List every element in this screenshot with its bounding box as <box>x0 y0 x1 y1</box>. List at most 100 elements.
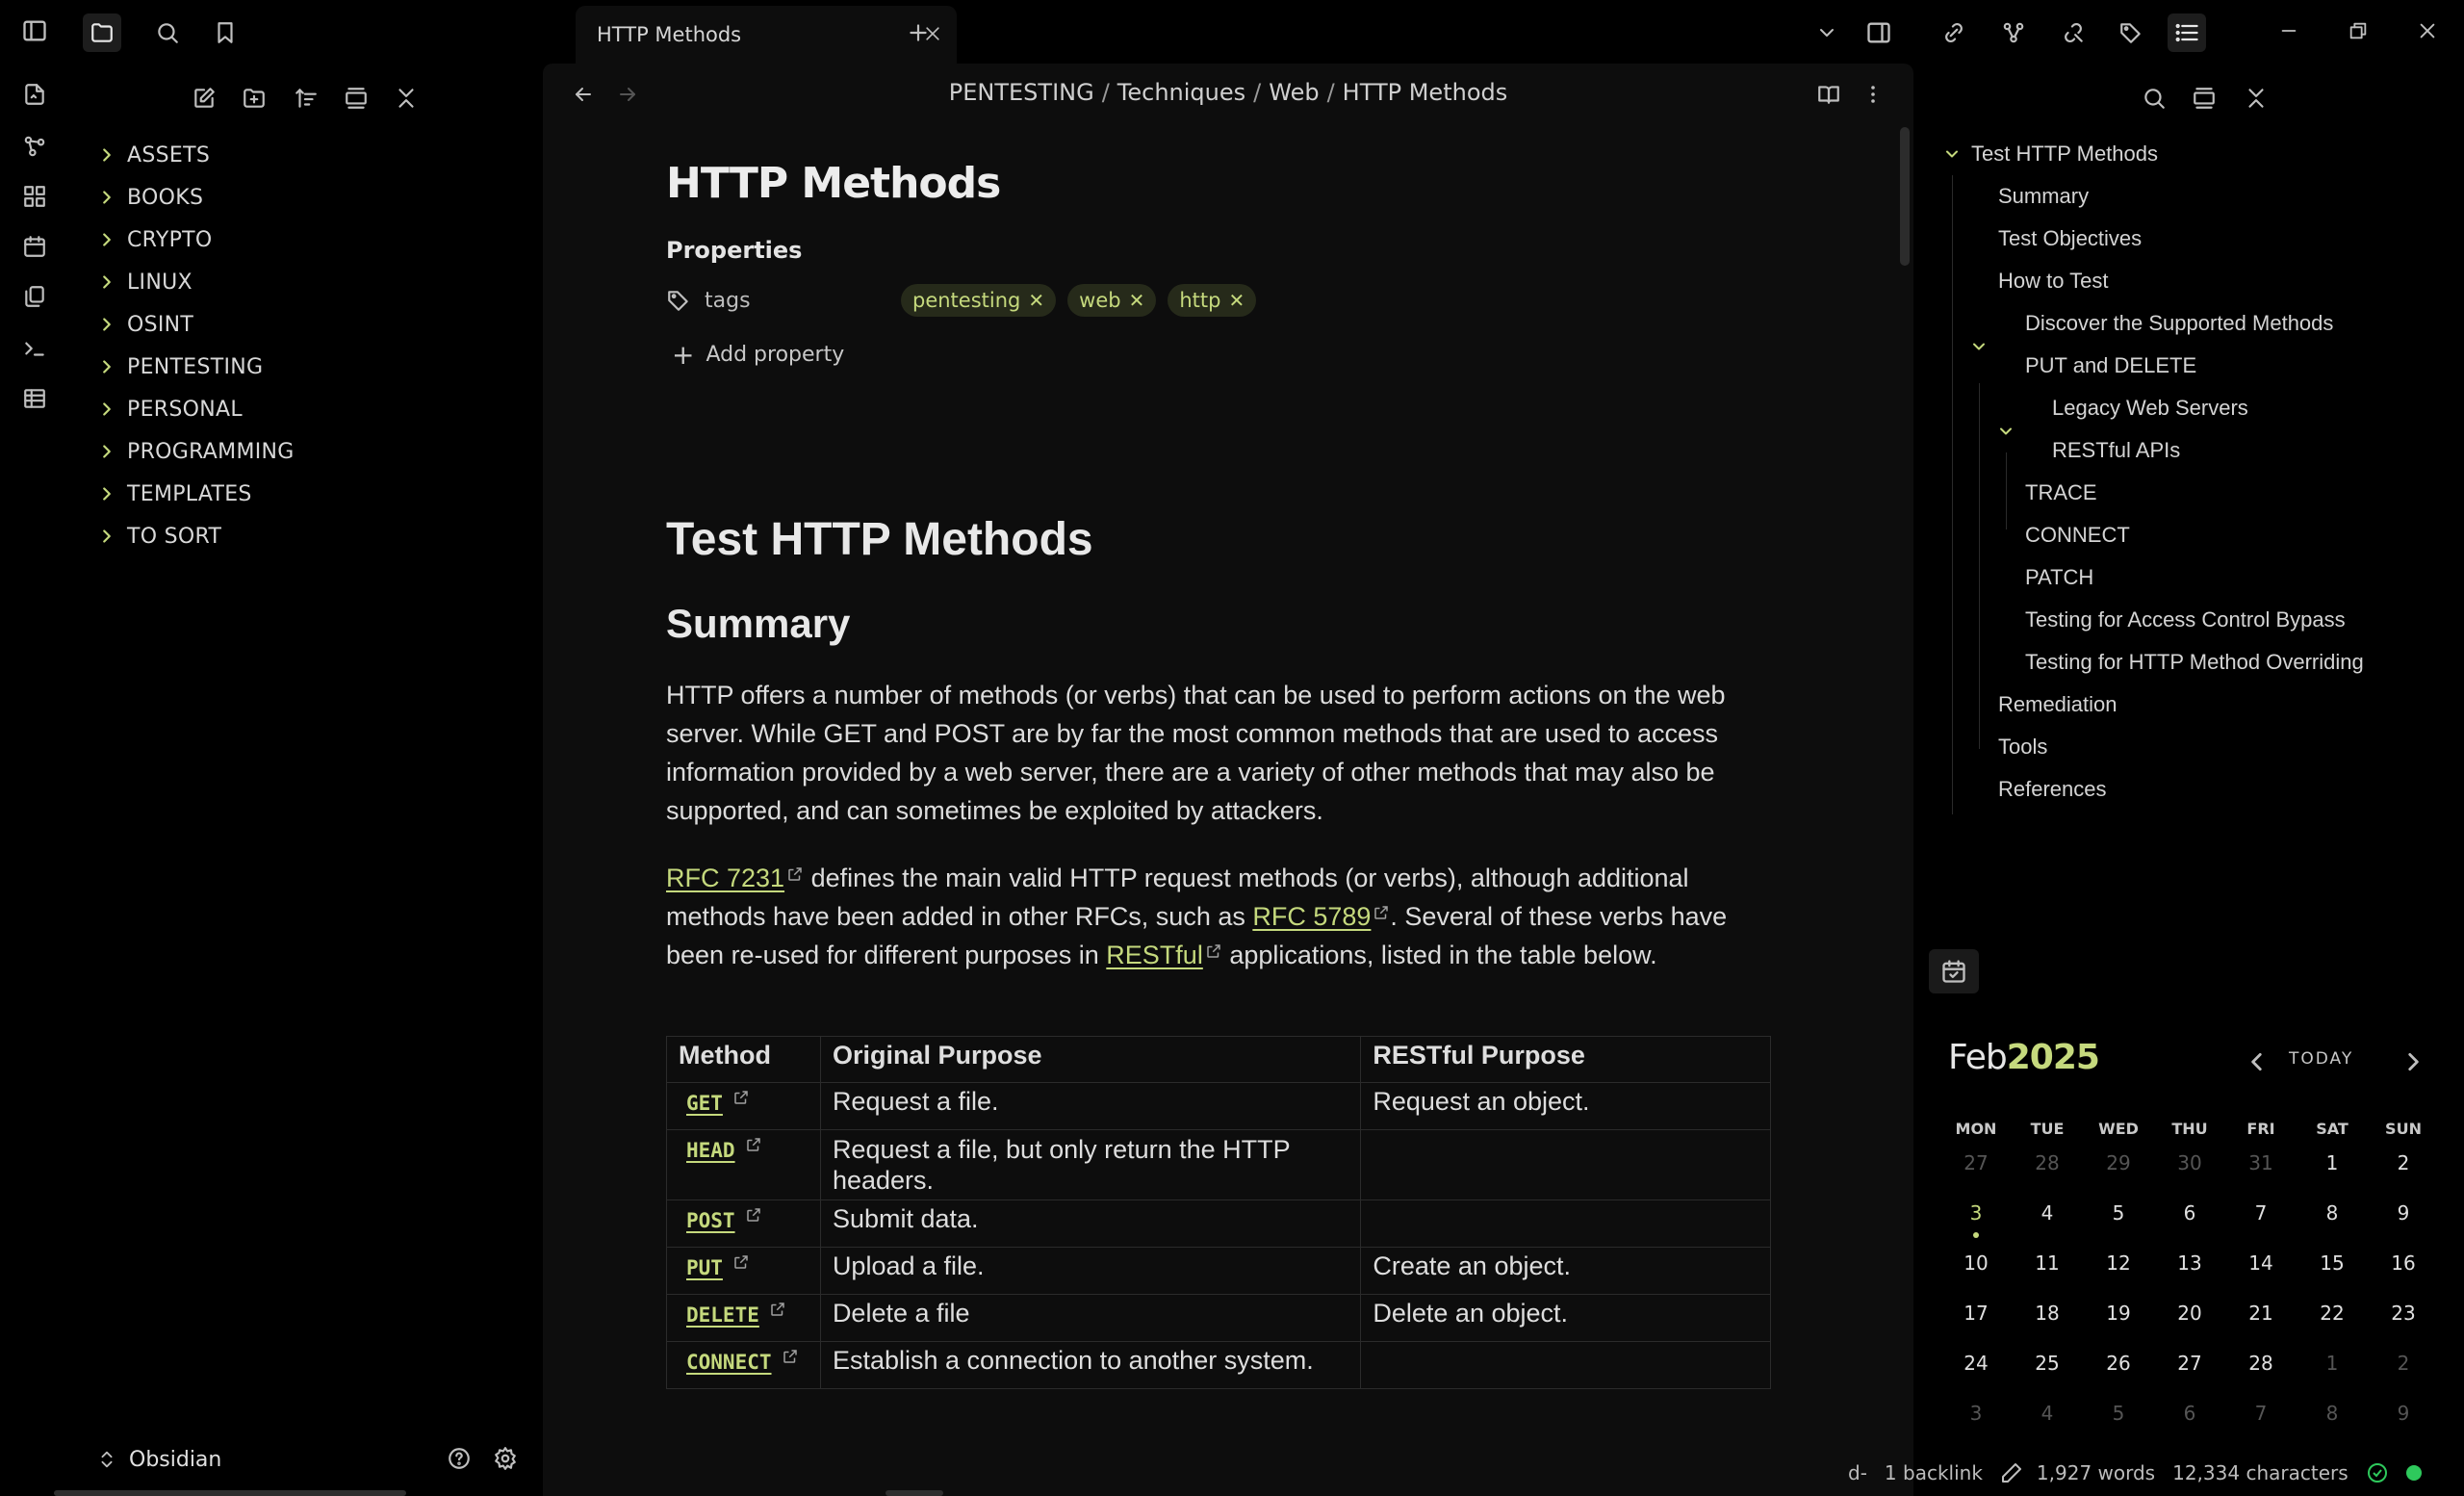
outline-item[interactable]: PUT and DELETE <box>2025 348 2196 383</box>
new-tab-icon[interactable] <box>899 13 937 52</box>
calendar-day[interactable]: 24 <box>1940 1344 2012 1394</box>
sort-order-icon[interactable] <box>289 81 323 116</box>
calendar-day[interactable]: 12 <box>2083 1244 2154 1294</box>
calendar-day[interactable]: 26 <box>2083 1344 2154 1394</box>
calendar-day[interactable]: 8 <box>2297 1194 2368 1244</box>
outline-item[interactable]: PATCH <box>2025 560 2093 595</box>
outgoing-links-icon[interactable] <box>2054 13 2092 52</box>
more-options-icon[interactable] <box>1856 77 1890 112</box>
folder-programming[interactable]: PROGRAMMING <box>96 434 295 469</box>
calendar-day[interactable]: 31 <box>2225 1144 2297 1194</box>
minimize-window-icon[interactable] <box>2268 12 2310 50</box>
method-link[interactable]: GET <box>686 1092 723 1115</box>
chevron-down-icon[interactable] <box>1969 337 1989 356</box>
tab-list-chevron-down-icon[interactable] <box>1808 13 1846 52</box>
outline-search-icon[interactable] <box>2137 81 2171 116</box>
outline-item[interactable]: RESTful APIs <box>2052 433 2180 468</box>
toggle-left-sidebar-icon[interactable] <box>17 13 52 48</box>
calendar-day[interactable]: 13 <box>2154 1244 2225 1294</box>
method-link[interactable]: CONNECT <box>686 1351 772 1374</box>
graph-view-icon[interactable] <box>17 129 52 164</box>
settings-gear-icon[interactable] <box>489 1442 522 1475</box>
calendar-day[interactable]: 7 <box>2225 1394 2297 1444</box>
search-icon[interactable] <box>148 13 187 52</box>
outline-item[interactable]: Discover the Supported Methods <box>2025 306 2333 341</box>
calendar-day[interactable]: 22 <box>2297 1294 2368 1344</box>
sidebar-horizontal-scrollbar[interactable] <box>54 1490 406 1496</box>
calendar-day[interactable]: 9 <box>2368 1194 2439 1244</box>
auto-reveal-icon[interactable] <box>339 81 373 116</box>
calendar-day[interactable]: 15 <box>2297 1244 2368 1294</box>
calendar-day[interactable]: 8 <box>2297 1394 2368 1444</box>
outline-item[interactable]: Summary <box>1998 179 2089 214</box>
backlinks-icon[interactable] <box>1935 13 1973 52</box>
calendar-day[interactable]: 3 <box>1940 1194 2012 1244</box>
folder-assets[interactable]: ASSETS <box>96 138 210 172</box>
daily-note-icon[interactable] <box>17 229 52 264</box>
rfc-7231-link[interactable]: RFC 7231 <box>666 864 784 892</box>
calendar-day[interactable]: 20 <box>2154 1294 2225 1344</box>
calendar-day[interactable]: 11 <box>2012 1244 2083 1294</box>
restful-link[interactable]: RESTful <box>1106 941 1203 969</box>
calendar-day[interactable]: 4 <box>2012 1194 2083 1244</box>
calendar-day[interactable]: 17 <box>1940 1294 2012 1344</box>
editor-horizontal-scrollbar[interactable] <box>886 1490 943 1496</box>
calendar-tab-icon[interactable] <box>1929 949 1979 993</box>
calendar-day[interactable]: 19 <box>2083 1294 2154 1344</box>
tag-pill[interactable]: web ✕ <box>1067 284 1157 317</box>
outline-item[interactable]: References <box>1998 772 2107 807</box>
folder-personal[interactable]: PERSONAL <box>96 392 243 426</box>
breadcrumb-item[interactable]: Web <box>1269 79 1319 106</box>
method-link[interactable]: PUT <box>686 1256 723 1279</box>
remove-tag-icon[interactable]: ✕ <box>1028 289 1044 312</box>
sync-status-dot[interactable] <box>2405 1465 2422 1481</box>
reading-view-book-icon[interactable] <box>1811 77 1846 112</box>
folder-templates[interactable]: TEMPLATES <box>96 477 252 511</box>
calendar-day[interactable]: 27 <box>2154 1344 2225 1394</box>
calendar-day[interactable]: 28 <box>2225 1344 2297 1394</box>
next-month-chevron-icon[interactable] <box>2399 1047 2427 1076</box>
breadcrumb-item[interactable]: Techniques <box>1117 79 1245 106</box>
calendar-day[interactable]: 29 <box>2083 1144 2154 1194</box>
new-folder-icon[interactable] <box>237 81 271 116</box>
bookmarks-icon[interactable] <box>206 13 244 52</box>
folder-to-sort[interactable]: TO SORT <box>96 519 221 554</box>
folder-pentesting[interactable]: PENTESTING <box>96 349 263 384</box>
add-property-button[interactable]: + Add property <box>666 339 1771 371</box>
outline-item[interactable]: How to Test <box>1998 264 2109 298</box>
rfc-5789-link[interactable]: RFC 5789 <box>1252 902 1371 931</box>
calendar-day[interactable]: 18 <box>2012 1294 2083 1344</box>
calendar-day[interactable]: 2 <box>2368 1344 2439 1394</box>
calendar-day[interactable]: 14 <box>2225 1244 2297 1294</box>
editor-scrollbar[interactable] <box>1900 127 1910 266</box>
remove-tag-icon[interactable]: ✕ <box>1129 289 1145 312</box>
calendar-day[interactable]: 10 <box>1940 1244 2012 1294</box>
chevron-down-icon[interactable] <box>1942 144 1962 164</box>
calendar-day[interactable]: 9 <box>2368 1394 2439 1444</box>
new-note-icon[interactable] <box>187 81 221 116</box>
breadcrumb-item[interactable]: PENTESTING <box>949 79 1094 106</box>
local-graph-icon[interactable] <box>1994 13 2033 52</box>
canvas-icon[interactable] <box>17 179 52 214</box>
note-title[interactable]: HTTP Methods <box>666 150 1771 218</box>
calendar-day[interactable]: 6 <box>2154 1194 2225 1244</box>
close-window-icon[interactable] <box>2406 12 2449 50</box>
file-explorer-icon[interactable] <box>83 13 121 52</box>
calendar-day[interactable]: 6 <box>2154 1394 2225 1444</box>
folder-books[interactable]: BOOKS <box>96 180 203 215</box>
outline-item[interactable]: Testing for HTTP Method Overriding <box>2025 645 2364 680</box>
sync-check-icon[interactable] <box>2366 1461 2389 1484</box>
method-link[interactable]: DELETE <box>686 1303 759 1327</box>
calendar-day[interactable]: 5 <box>2083 1394 2154 1444</box>
vault-switcher[interactable]: Obsidian <box>96 1442 221 1477</box>
calendar-day[interactable]: 28 <box>2012 1144 2083 1194</box>
folder-linux[interactable]: LINUX <box>96 265 192 299</box>
method-link[interactable]: HEAD <box>686 1139 735 1162</box>
chevron-down-icon[interactable] <box>1996 422 2015 441</box>
calendar-day[interactable]: 3 <box>1940 1394 2012 1444</box>
calendar-day[interactable]: 25 <box>2012 1344 2083 1394</box>
folder-osint[interactable]: OSINT <box>96 307 193 342</box>
breadcrumb-item[interactable]: HTTP Methods <box>1343 79 1508 106</box>
calendar-day[interactable]: 30 <box>2154 1144 2225 1194</box>
tag-pill[interactable]: http ✕ <box>1168 284 1257 317</box>
